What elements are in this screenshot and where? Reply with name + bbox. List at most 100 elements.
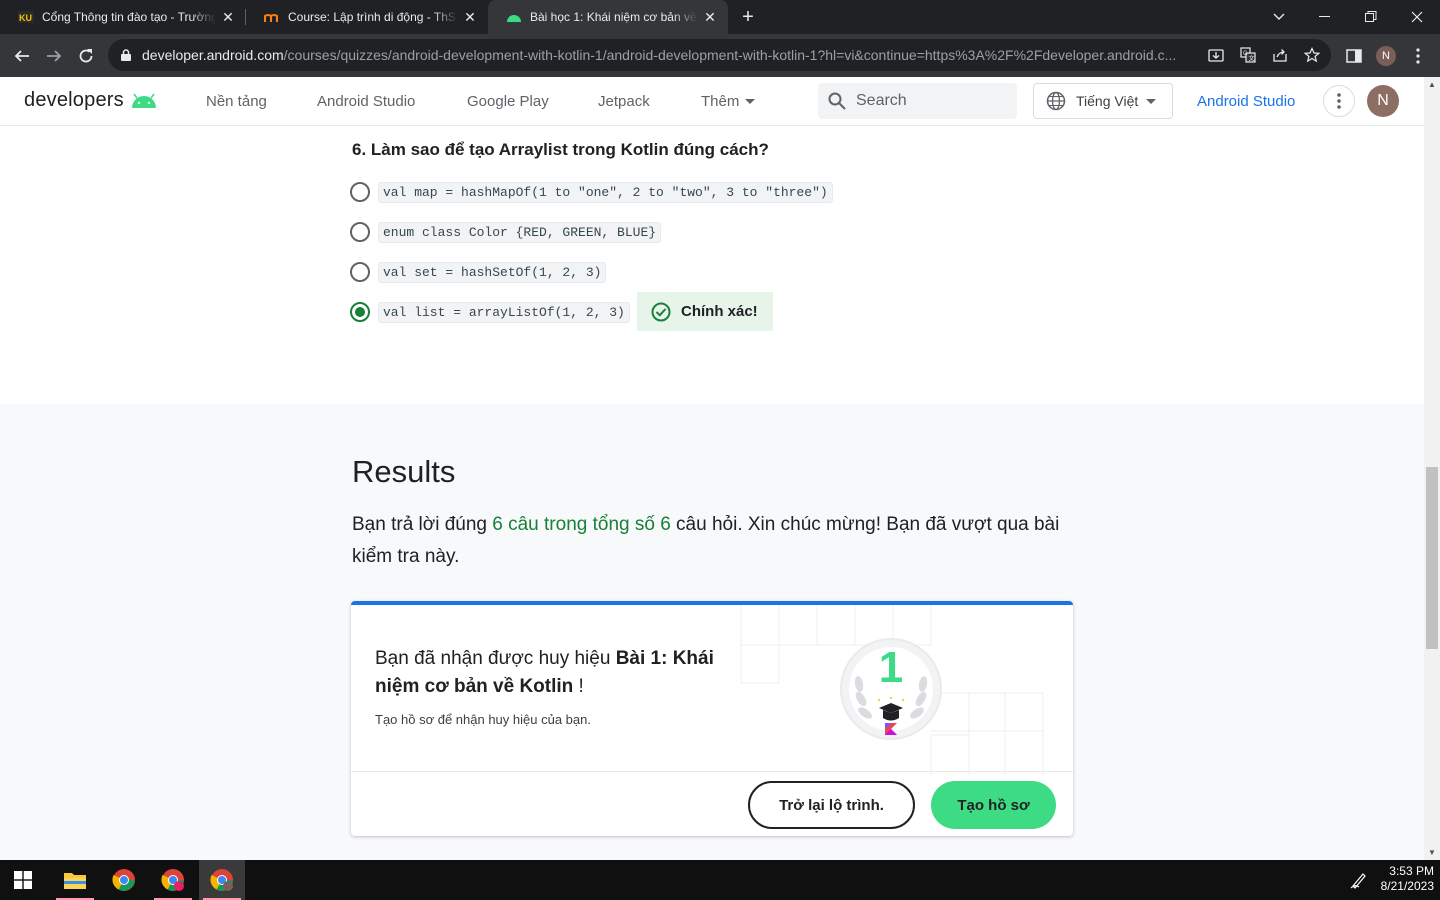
- more-options-icon[interactable]: [1323, 85, 1355, 117]
- clock-time: 3:53 PM: [1389, 864, 1434, 878]
- close-tab-icon[interactable]: ✕: [462, 9, 478, 25]
- radio-button[interactable]: [350, 182, 370, 202]
- answer-option-selected[interactable]: val list = arrayListOf(1, 2, 3): [350, 301, 630, 323]
- share-icon[interactable]: [1270, 45, 1290, 65]
- restore-icon[interactable]: [1348, 0, 1394, 34]
- badge-heading: Bạn đã nhận được huy hiệu Bài 1: Khái ni…: [375, 648, 714, 697]
- windows-taskbar: 3:53 PM 8/21/2023: [0, 860, 1440, 900]
- browser-tab-1[interactable]: KU Cổng Thông tin đào tạo - Trường ✕: [0, 0, 246, 34]
- card-footer: Trở lại lộ trình. Tạo hồ sơ: [351, 771, 1073, 836]
- browser-tab-3[interactable]: Bài học 1: Khái niệm cơ bản về Ko ✕: [488, 0, 728, 34]
- system-clock[interactable]: 3:53 PM 8/21/2023: [1381, 864, 1434, 894]
- question-title: 6. Làm sao để tạo Arraylist trong Kotlin…: [352, 140, 769, 159]
- tab-title: Cổng Thông tin đào tạo - Trường: [42, 10, 216, 24]
- globe-icon: [1046, 91, 1066, 111]
- search-icon[interactable]: [828, 92, 846, 110]
- side-panel-icon[interactable]: [1340, 42, 1368, 70]
- lock-icon[interactable]: [116, 45, 136, 65]
- tab-title: Course: Lập trình di động - ThS.: [288, 10, 458, 24]
- developers-logo[interactable]: developers: [24, 89, 158, 112]
- university-favicon-icon: KU: [18, 9, 34, 25]
- svg-text:KU: KU: [19, 13, 32, 23]
- radio-button[interactable]: [350, 222, 370, 242]
- close-tab-icon[interactable]: ✕: [702, 9, 718, 25]
- correct-feedback: Chính xác!: [637, 292, 773, 331]
- badge-card: Bạn đã nhận được huy hiệu Bài 1: Khái ni…: [351, 601, 1073, 836]
- quiz-question-section: 6. Làm sao để tạo Arraylist trong Kotlin…: [0, 126, 1424, 404]
- language-selector[interactable]: Tiếng Việt: [1033, 83, 1173, 119]
- tab-title: Bài học 1: Khái niệm cơ bản về Ko: [530, 10, 698, 24]
- profile-icon[interactable]: N: [1372, 42, 1400, 70]
- option-code: enum class Color {RED, GREEN, BLUE}: [378, 221, 662, 243]
- nav-platform[interactable]: Nền tảng: [206, 93, 267, 110]
- score-highlight: 6 câu trong tổng số 6: [492, 514, 671, 535]
- answer-option[interactable]: val map = hashMapOf(1 to "one", 2 to "tw…: [350, 181, 833, 203]
- page-scrollbar[interactable]: ▲ ▼: [1424, 77, 1440, 860]
- forward-icon[interactable]: [40, 42, 68, 70]
- back-icon[interactable]: [8, 42, 36, 70]
- radio-button[interactable]: [350, 262, 370, 282]
- caret-down-icon: [745, 99, 756, 104]
- pen-tray-icon[interactable]: [1350, 871, 1368, 889]
- search-box[interactable]: [818, 83, 1017, 119]
- svg-text:文: 文: [1249, 55, 1255, 63]
- site-header: developers Nền tảng Android Studio Googl…: [0, 77, 1424, 126]
- address-bar[interactable]: developer.android.com/courses/quizzes/an…: [108, 39, 1331, 71]
- account-avatar[interactable]: N: [1367, 85, 1399, 117]
- option-code: val map = hashMapOf(1 to "one", 2 to "tw…: [378, 181, 833, 203]
- badge-number: 1: [878, 643, 904, 692]
- kotlin-badge: 1: [839, 637, 943, 741]
- scroll-up-icon[interactable]: ▲: [1427, 79, 1437, 89]
- url-text[interactable]: developer.android.com/courses/quizzes/an…: [142, 47, 1202, 63]
- scroll-down-icon[interactable]: ▼: [1427, 847, 1437, 857]
- check-circle-icon: [651, 302, 671, 322]
- chrome-profile-n-icon[interactable]: [199, 860, 245, 900]
- android-head-icon: [130, 93, 158, 109]
- scrollbar-thumb[interactable]: [1426, 467, 1438, 649]
- reload-icon[interactable]: [72, 42, 100, 70]
- chrome-profile-t-icon[interactable]: [150, 860, 196, 900]
- file-explorer-icon[interactable]: [52, 860, 98, 900]
- minimize-icon[interactable]: [1302, 0, 1348, 34]
- answer-option[interactable]: enum class Color {RED, GREEN, BLUE}: [350, 221, 662, 243]
- new-tab-icon[interactable]: +: [737, 6, 759, 28]
- chrome-menu-icon[interactable]: [1404, 42, 1432, 70]
- clock-date: 8/21/2023: [1380, 879, 1434, 893]
- results-summary: Bạn trả lời đúng 6 câu trong tổng số 6 c…: [352, 514, 1060, 567]
- tab-search-icon[interactable]: [1256, 0, 1302, 34]
- back-to-pathway-button[interactable]: Trở lại lộ trình.: [748, 781, 915, 829]
- close-window-icon[interactable]: [1394, 0, 1440, 34]
- android-studio-link[interactable]: Android Studio: [1197, 93, 1295, 110]
- moodle-favicon-icon: [264, 9, 280, 25]
- radio-button-checked[interactable]: [350, 302, 370, 322]
- svg-text:G: G: [1243, 51, 1248, 57]
- browser-tab-strip: KU Cổng Thông tin đào tạo - Trường ✕ Cou…: [0, 0, 1440, 34]
- option-code: val list = arrayListOf(1, 2, 3): [378, 301, 630, 323]
- search-input[interactable]: [856, 83, 1006, 119]
- results-title: Results: [352, 454, 456, 489]
- translate-icon[interactable]: G文: [1238, 45, 1258, 65]
- install-app-icon[interactable]: [1206, 45, 1226, 65]
- url-host: developer.android.com: [142, 47, 284, 63]
- badge-subtitle: Tạo hồ sơ để nhận huy hiệu của bạn.: [375, 712, 591, 727]
- bookmark-star-icon[interactable]: [1302, 45, 1322, 65]
- results-section: Results Bạn trả lời đúng 6 câu trong tổn…: [0, 404, 1424, 860]
- close-tab-icon[interactable]: ✕: [220, 9, 236, 25]
- chrome-icon[interactable]: [101, 860, 147, 900]
- create-profile-button[interactable]: Tạo hồ sơ: [931, 781, 1056, 829]
- nav-more[interactable]: Thêm: [701, 93, 756, 110]
- android-favicon-icon: [506, 9, 522, 25]
- caret-down-icon: [1146, 98, 1157, 104]
- nav-google-play[interactable]: Google Play: [467, 93, 549, 110]
- windows-start-icon[interactable]: [0, 860, 46, 900]
- feedback-text: Chính xác!: [681, 303, 758, 320]
- answer-option[interactable]: val set = hashSetOf(1, 2, 3): [350, 261, 607, 283]
- nav-more-label: Thêm: [701, 93, 740, 110]
- nav-jetpack[interactable]: Jetpack: [598, 93, 650, 110]
- nav-android-studio[interactable]: Android Studio: [317, 93, 415, 110]
- browser-toolbar: developer.android.com/courses/quizzes/an…: [0, 34, 1440, 77]
- url-path: /courses/quizzes/android-development-wit…: [283, 47, 1177, 63]
- browser-tab-2[interactable]: Course: Lập trình di động - ThS. ✕: [246, 0, 488, 34]
- option-code: val set = hashSetOf(1, 2, 3): [378, 261, 607, 283]
- language-label: Tiếng Việt: [1076, 93, 1139, 109]
